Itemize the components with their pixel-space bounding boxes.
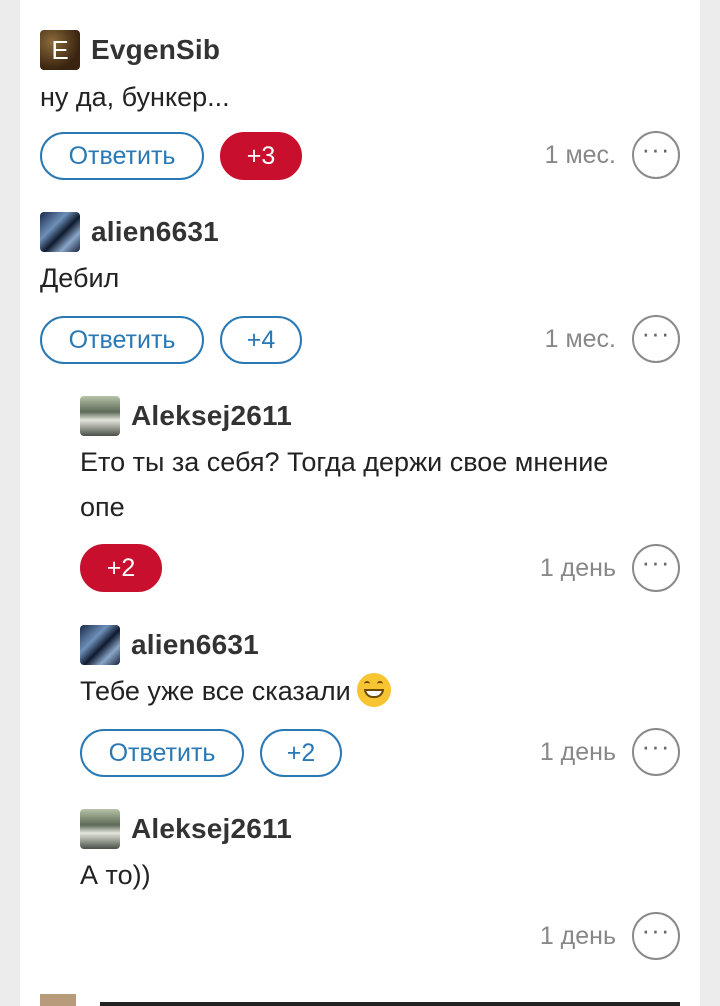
comment-header: alien6631 (80, 625, 259, 665)
comment-text: А то)) (80, 860, 151, 890)
vote-counter[interactable]: +2 (80, 544, 162, 592)
comment-text: Ето ты за себя? Тогда держи свое мнение (80, 447, 609, 477)
avatar-letter: E (51, 35, 69, 65)
more-options-icon[interactable]: ··· (632, 912, 680, 960)
author-name[interactable]: Aleksej2611 (131, 813, 292, 845)
comment-text: ну да, бункер... (40, 82, 230, 112)
comments-panel: E EvgenSib ну да, бункер... Ответить +3 … (20, 0, 700, 1006)
timestamp: 1 день (539, 738, 616, 766)
avatar[interactable] (80, 809, 120, 849)
timestamp: 1 мес. (544, 141, 616, 169)
comment-header: Aleksej2611 (80, 396, 292, 436)
more-options-icon[interactable]: ··· (632, 544, 680, 592)
reply-button[interactable]: Ответить (40, 132, 204, 180)
avatar[interactable]: E (40, 30, 80, 70)
more-options-icon[interactable]: ··· (632, 728, 680, 776)
next-comment-header-fragment (100, 1002, 680, 1006)
timestamp: 1 день (539, 922, 616, 950)
author-name[interactable]: alien6631 (131, 629, 259, 661)
timestamp: 1 мес. (544, 325, 616, 353)
reply-button[interactable]: Ответить (40, 316, 204, 364)
comment-text: Дебил (40, 263, 120, 293)
comment-header: alien6631 (40, 212, 219, 252)
more-options-icon[interactable]: ··· (632, 131, 680, 179)
avatar[interactable] (80, 396, 120, 436)
comment-text-content: Тебе уже все сказали (80, 676, 351, 706)
avatar[interactable] (40, 212, 80, 252)
comment-header: E EvgenSib (40, 30, 220, 70)
author-name[interactable]: alien6631 (91, 216, 219, 248)
vote-counter[interactable]: +4 (220, 316, 302, 364)
author-name[interactable]: EvgenSib (91, 34, 220, 66)
timestamp: 1 день (539, 554, 616, 582)
author-name[interactable]: Aleksej2611 (131, 400, 292, 432)
vote-counter[interactable]: +2 (260, 729, 342, 777)
grinning-face-emoji (356, 672, 391, 707)
reply-button[interactable]: Ответить (80, 729, 244, 777)
comment-text: Тебе уже все сказали (80, 669, 391, 713)
vote-counter[interactable]: +3 (220, 132, 302, 180)
next-comment-avatar (40, 994, 76, 1006)
avatar[interactable] (80, 625, 120, 665)
comment-text-line2: опе (80, 492, 125, 522)
more-options-icon[interactable]: ··· (632, 315, 680, 363)
comment-header: Aleksej2611 (80, 809, 292, 849)
